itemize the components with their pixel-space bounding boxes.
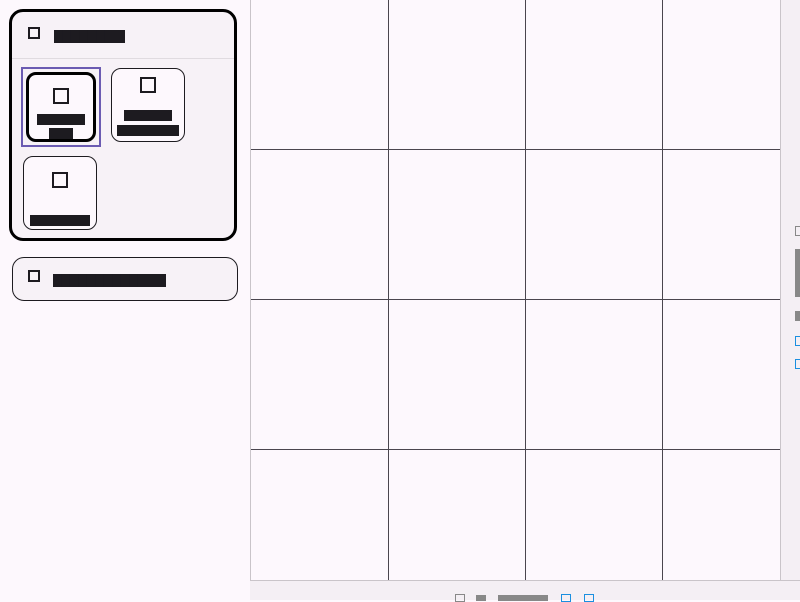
status-blue-icon[interactable] <box>561 594 571 602</box>
tool-chip-1-selection-outline <box>21 67 101 147</box>
grid-line <box>388 0 389 600</box>
status-blue-icon[interactable] <box>584 594 594 602</box>
tool-chip-3-label <box>24 213 96 226</box>
tool-group-icon <box>28 27 40 39</box>
tool-group-title: ██████ <box>54 30 125 43</box>
tool-chip-2-icon <box>140 77 156 93</box>
tool-chip-3-icon <box>52 172 68 188</box>
grid-line <box>251 449 800 450</box>
right-toolbar-blue-icon[interactable] <box>795 336 800 346</box>
grid-line <box>662 0 663 600</box>
canvas-grid[interactable] <box>250 0 800 600</box>
tool-chip-1-icon <box>53 88 69 104</box>
tool-group-card: ██████ <box>9 9 237 241</box>
bottom-status-bar <box>250 580 800 602</box>
tool-chip-2-label <box>112 108 184 121</box>
tool-chip-1-label <box>29 112 93 125</box>
section-label: ██████████ <box>53 274 166 287</box>
status-item <box>498 595 548 601</box>
scrollbar-thumb[interactable] <box>795 249 800 297</box>
left-panel: ██████ ██████████ <box>0 0 250 600</box>
right-toolbar-icon[interactable] <box>795 226 800 236</box>
tool-chip-1-label-line2 <box>29 126 93 139</box>
right-toolbar <box>780 0 800 600</box>
section-toggle-button[interactable]: ██████████ <box>12 257 238 301</box>
scrollbar-small[interactable] <box>795 311 800 321</box>
grid-line <box>251 299 800 300</box>
tool-chip-2[interactable] <box>111 68 185 142</box>
tool-chip-2-label-line2 <box>112 123 184 136</box>
right-toolbar-blue-icon[interactable] <box>795 359 800 369</box>
tool-chip-1[interactable] <box>26 72 96 142</box>
status-item <box>476 595 486 601</box>
grid-line <box>251 149 800 150</box>
grid-line <box>525 0 526 600</box>
tool-chip-3[interactable] <box>23 156 97 230</box>
tool-group-header[interactable]: ██████ <box>12 12 234 59</box>
status-icon[interactable] <box>455 594 465 602</box>
section-icon <box>28 270 40 282</box>
